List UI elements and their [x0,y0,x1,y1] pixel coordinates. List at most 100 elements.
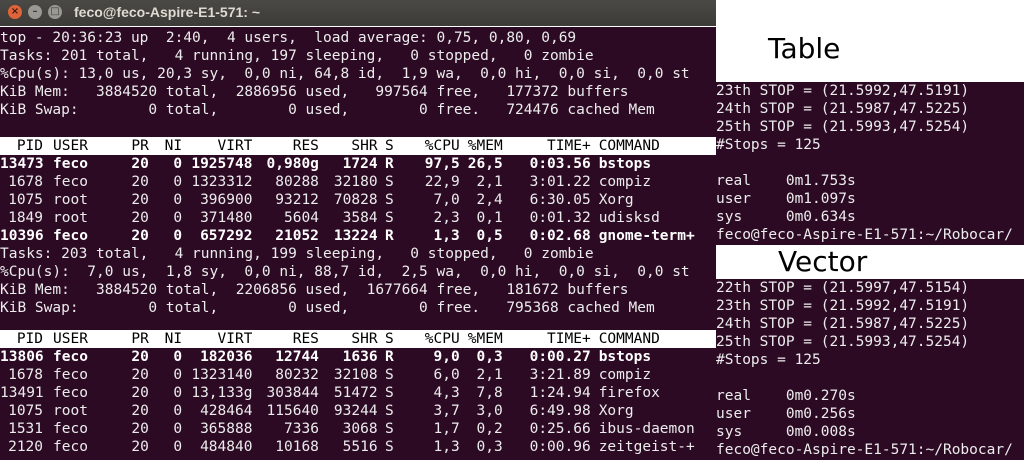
cell-res: 7336 [284,421,319,437]
output-line: real 0m0.270s [716,388,856,404]
cell-ni: 0 [173,367,183,383]
close-icon[interactable]: × [8,5,22,19]
output-line: 23th STOP = (21.5992,47.5191) [716,298,970,314]
top-output-1[interactable]: top - 20:36:23 up 2:40, 4 users, load av… [0,27,716,245]
cell-state: S [384,210,394,226]
top-summary: top - 20:36:23 up 2:40, 4 users, load av… [0,29,716,119]
column-header-mem: %MEM [467,331,503,347]
cell-pid: 10396 [0,228,44,244]
cell-shr: 13224 [333,228,378,244]
cell-cpu: 9,0 [433,349,460,365]
cell-pr: 20 [131,192,149,208]
cell-command: gnome-term+ [598,228,695,244]
cell-ni: 0 [173,156,183,172]
cell-mem: 0,3 [476,439,503,455]
table-row: 1075 root 20 0 396900 93212 70828 S 7,0 2,4 6:30.0… [0,191,716,209]
output-line: feco@feco-Aspire-E1-571:~/Robocar/ [716,227,1013,243]
output-line: user 0m0.256s [716,406,856,422]
cell-user: root [53,403,88,419]
cell-virt: 13,133g [191,385,253,401]
table-timing-output: 23th STOP = (21.5992,47.5191) 24th STOP =… [716,82,1024,244]
summary-line: %Cpu(s): 7,0 us, 1,8 sy, 0,0 ni, 88,7 id… [0,264,690,280]
cell-cpu: 3,7 [433,403,460,419]
top-output-2[interactable]: Tasks: 203 total, 4 running, 199 sleepin… [0,245,716,460]
cell-res: 303844 [266,385,319,401]
column-header-time: TIME+ [547,138,591,154]
cell-mem: 2,1 [476,367,503,383]
column-header-state: S [384,331,394,347]
cell-time: 0:00.96 [529,439,591,455]
cell-pid: 1678 [8,367,44,383]
cell-shr: 93244 [333,403,378,419]
cell-user: feco [53,421,88,437]
table-row: 1849 root 20 0 371480 5604 3584 S 2,3 0,1 0:01.32 u… [0,209,716,227]
cell-time: 3:21.89 [529,367,591,383]
output-line: 23th STOP = (21.5992,47.5191) [716,83,970,99]
output-line: #Stops = 125 [716,352,821,368]
cell-cpu: 1,3 [433,439,460,455]
column-header-cpu: %CPU [424,331,460,347]
cell-command: firefox [598,385,660,401]
cell-virt: 484840 [200,439,253,455]
window-titlebar[interactable]: × – □ feco@feco-Aspire-E1-571: ~ [0,0,716,26]
cell-pid: 1075 [8,192,44,208]
cell-user: feco [53,228,88,244]
summary-line: KiB Swap: 0 total, 0 used, 0 free. 72447… [0,102,655,118]
vector-timing-output: 22th STOP = (21.5997,47.5154) 23th STOP =… [716,279,1024,459]
cell-cpu: 4,3 [433,385,460,401]
cell-state: R [384,156,394,172]
cell-state: S [384,439,394,455]
column-header-pr: PR [131,331,149,347]
column-header-state: S [384,138,394,154]
output-line: 24th STOP = (21.5987,47.5225) [716,316,970,332]
cell-state: R [384,228,394,244]
cell-user: root [53,210,88,226]
cell-mem: 2,1 [476,174,503,190]
cell-time: 3:01.22 [529,174,591,190]
column-header-pid: PID [16,138,44,154]
vector-timing-terminal[interactable]: 22th STOP = (21.5997,47.5154) 23th STOP =… [716,279,1024,460]
process-table-header: PID USER PR NI VIRT RES SHR S %CPU %MEM TIME+ COMMA… [0,330,716,348]
cell-res: 115640 [266,403,319,419]
cell-command: bstops [598,349,652,365]
cell-res: 80232 [275,367,319,383]
output-line: user 0m1.097s [716,191,856,207]
cell-shr: 1724 [342,156,378,172]
cell-shr: 1636 [342,349,378,365]
cell-mem: 2,4 [476,192,503,208]
table-row: 1678 feco 20 0 1323312 80288 32180 S 22,9 2,1 3:01… [0,173,716,191]
summary-line: %Cpu(s): 13,0 us, 20,3 sy, 0,0 ni, 64,8 … [0,66,690,82]
cell-command: Xorg [598,403,634,419]
cell-cpu: 7,0 [433,192,460,208]
output-line: sys 0m0.008s [716,424,856,440]
cell-cpu: 1,7 [433,421,460,437]
process-table: 13806 feco 20 0 182036 12744 1636 R 9,0 0,3 0:00.2… [0,348,716,456]
cell-time: 0:25.66 [529,421,591,437]
table-row: 10396 feco 20 0 657292 21052 13224 R 1,3 0,5 0:02.… [0,227,716,245]
cell-virt: 365888 [200,421,253,437]
cell-mem: 0,3 [476,349,503,365]
cell-cpu: 97,5 [424,156,460,172]
table-row: 1075 root 20 0 428464 115640 93244 S 3,7 3,0 6:49.… [0,402,716,420]
cell-pr: 20 [131,439,149,455]
cell-pr: 20 [131,403,149,419]
process-table-header: PID USER PR NI VIRT RES SHR S %CPU %MEM TIME+ COMMA… [0,137,716,155]
cell-time: 0:01.32 [529,210,591,226]
cell-state: S [384,192,394,208]
cell-command: bstops [598,156,652,172]
summary-line: KiB Mem: 3884520 total, 2206856 used, 16… [0,282,629,298]
table-timing-terminal[interactable]: 23th STOP = (21.5992,47.5191) 24th STOP =… [716,82,1024,245]
cell-ni: 0 [173,210,183,226]
cell-ni: 0 [173,421,183,437]
cell-res: 21052 [275,228,319,244]
cell-cpu: 1,3 [433,228,460,244]
cell-ni: 0 [173,349,183,365]
cell-shr: 3068 [342,421,378,437]
cell-time: 6:49.98 [529,403,591,419]
cell-user: feco [53,385,88,401]
maximize-icon[interactable]: □ [48,5,62,19]
minimize-icon[interactable]: – [28,5,42,19]
cell-pr: 20 [131,228,149,244]
cell-mem: 7,8 [476,385,503,401]
column-header-cpu: %CPU [424,138,460,154]
